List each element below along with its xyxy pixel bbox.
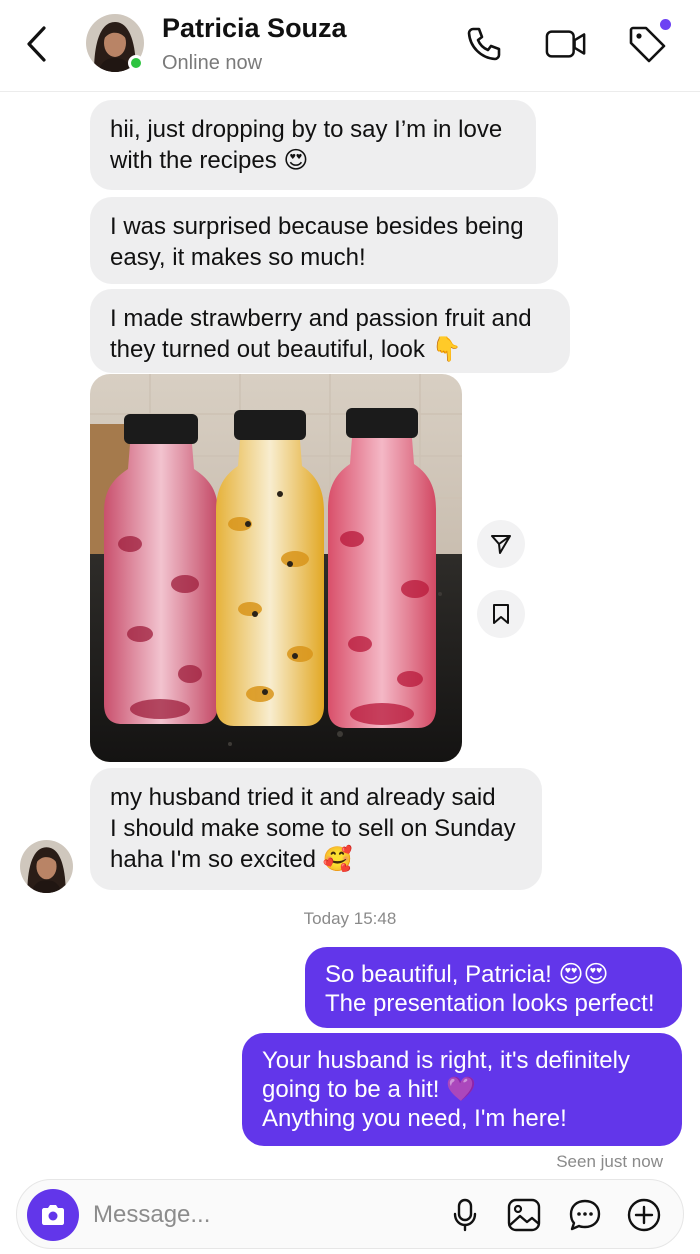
message-line: with the recipes 😍 — [110, 147, 309, 174]
message-bubble-outgoing[interactable]: So beautiful, Patricia! 😍😍 The presentat… — [305, 947, 682, 1028]
add-icon[interactable] — [624, 1195, 664, 1235]
message-line: I should make some to sell on Sunday — [110, 815, 516, 842]
sticker-chat-icon[interactable] — [565, 1195, 605, 1235]
message-bubble-incoming[interactable]: I made strawberry and passion fruit and … — [90, 289, 570, 373]
message-line: Anything you need, I'm here! — [262, 1105, 567, 1132]
message-composer — [16, 1179, 684, 1249]
camera-icon[interactable] — [27, 1189, 79, 1241]
contact-name[interactable]: Patricia Souza — [162, 13, 347, 44]
shared-photo[interactable] — [90, 374, 462, 762]
message-bubble-incoming[interactable]: I was surprised because besides being ea… — [90, 197, 558, 284]
message-line: easy, it makes so much! — [110, 244, 366, 271]
message-line: they turned out beautiful, look 👇 — [110, 336, 462, 363]
back-chevron-icon[interactable] — [18, 24, 54, 64]
message-line: going to be a hit! 💜 — [262, 1076, 477, 1103]
timestamp: Today 15:48 — [303, 909, 397, 928]
notification-dot — [660, 19, 671, 30]
online-indicator — [128, 55, 144, 71]
message-input[interactable] — [93, 1194, 433, 1236]
contact-status: Online now — [162, 52, 263, 74]
message-line: hii, just dropping by to say I’m in love — [110, 116, 503, 143]
message-line: haha I'm so excited 🥰 — [110, 846, 353, 873]
save-bookmark-icon[interactable] — [477, 590, 525, 638]
message-line: The presentation looks perfect! — [325, 990, 655, 1017]
microphone-icon[interactable] — [445, 1195, 485, 1235]
message-line: I made strawberry and passion fruit and — [110, 305, 532, 332]
chat-header: Patricia Souza Online now — [0, 0, 700, 92]
message-line: So beautiful, Patricia! 😍😍 — [325, 961, 609, 988]
message-line: my husband tried it and already said — [110, 784, 496, 811]
share-icon[interactable] — [477, 520, 525, 568]
seen-indicator: Seen just now — [556, 1152, 663, 1171]
image-gallery-icon[interactable] — [504, 1195, 544, 1235]
message-line: Your husband is right, it's definitely — [262, 1047, 630, 1074]
avatar[interactable] — [20, 840, 73, 893]
video-camera-icon[interactable] — [545, 24, 587, 64]
message-bubble-incoming[interactable]: my husband tried it and already said I s… — [90, 768, 542, 890]
message-bubble-incoming[interactable]: hii, just dropping by to say I’m in love… — [90, 100, 536, 190]
message-bubble-outgoing[interactable]: Your husband is right, it's definitely g… — [242, 1033, 682, 1146]
message-line: I was surprised because besides being — [110, 213, 524, 240]
tag-icon[interactable] — [626, 24, 668, 64]
phone-icon[interactable] — [463, 24, 505, 64]
